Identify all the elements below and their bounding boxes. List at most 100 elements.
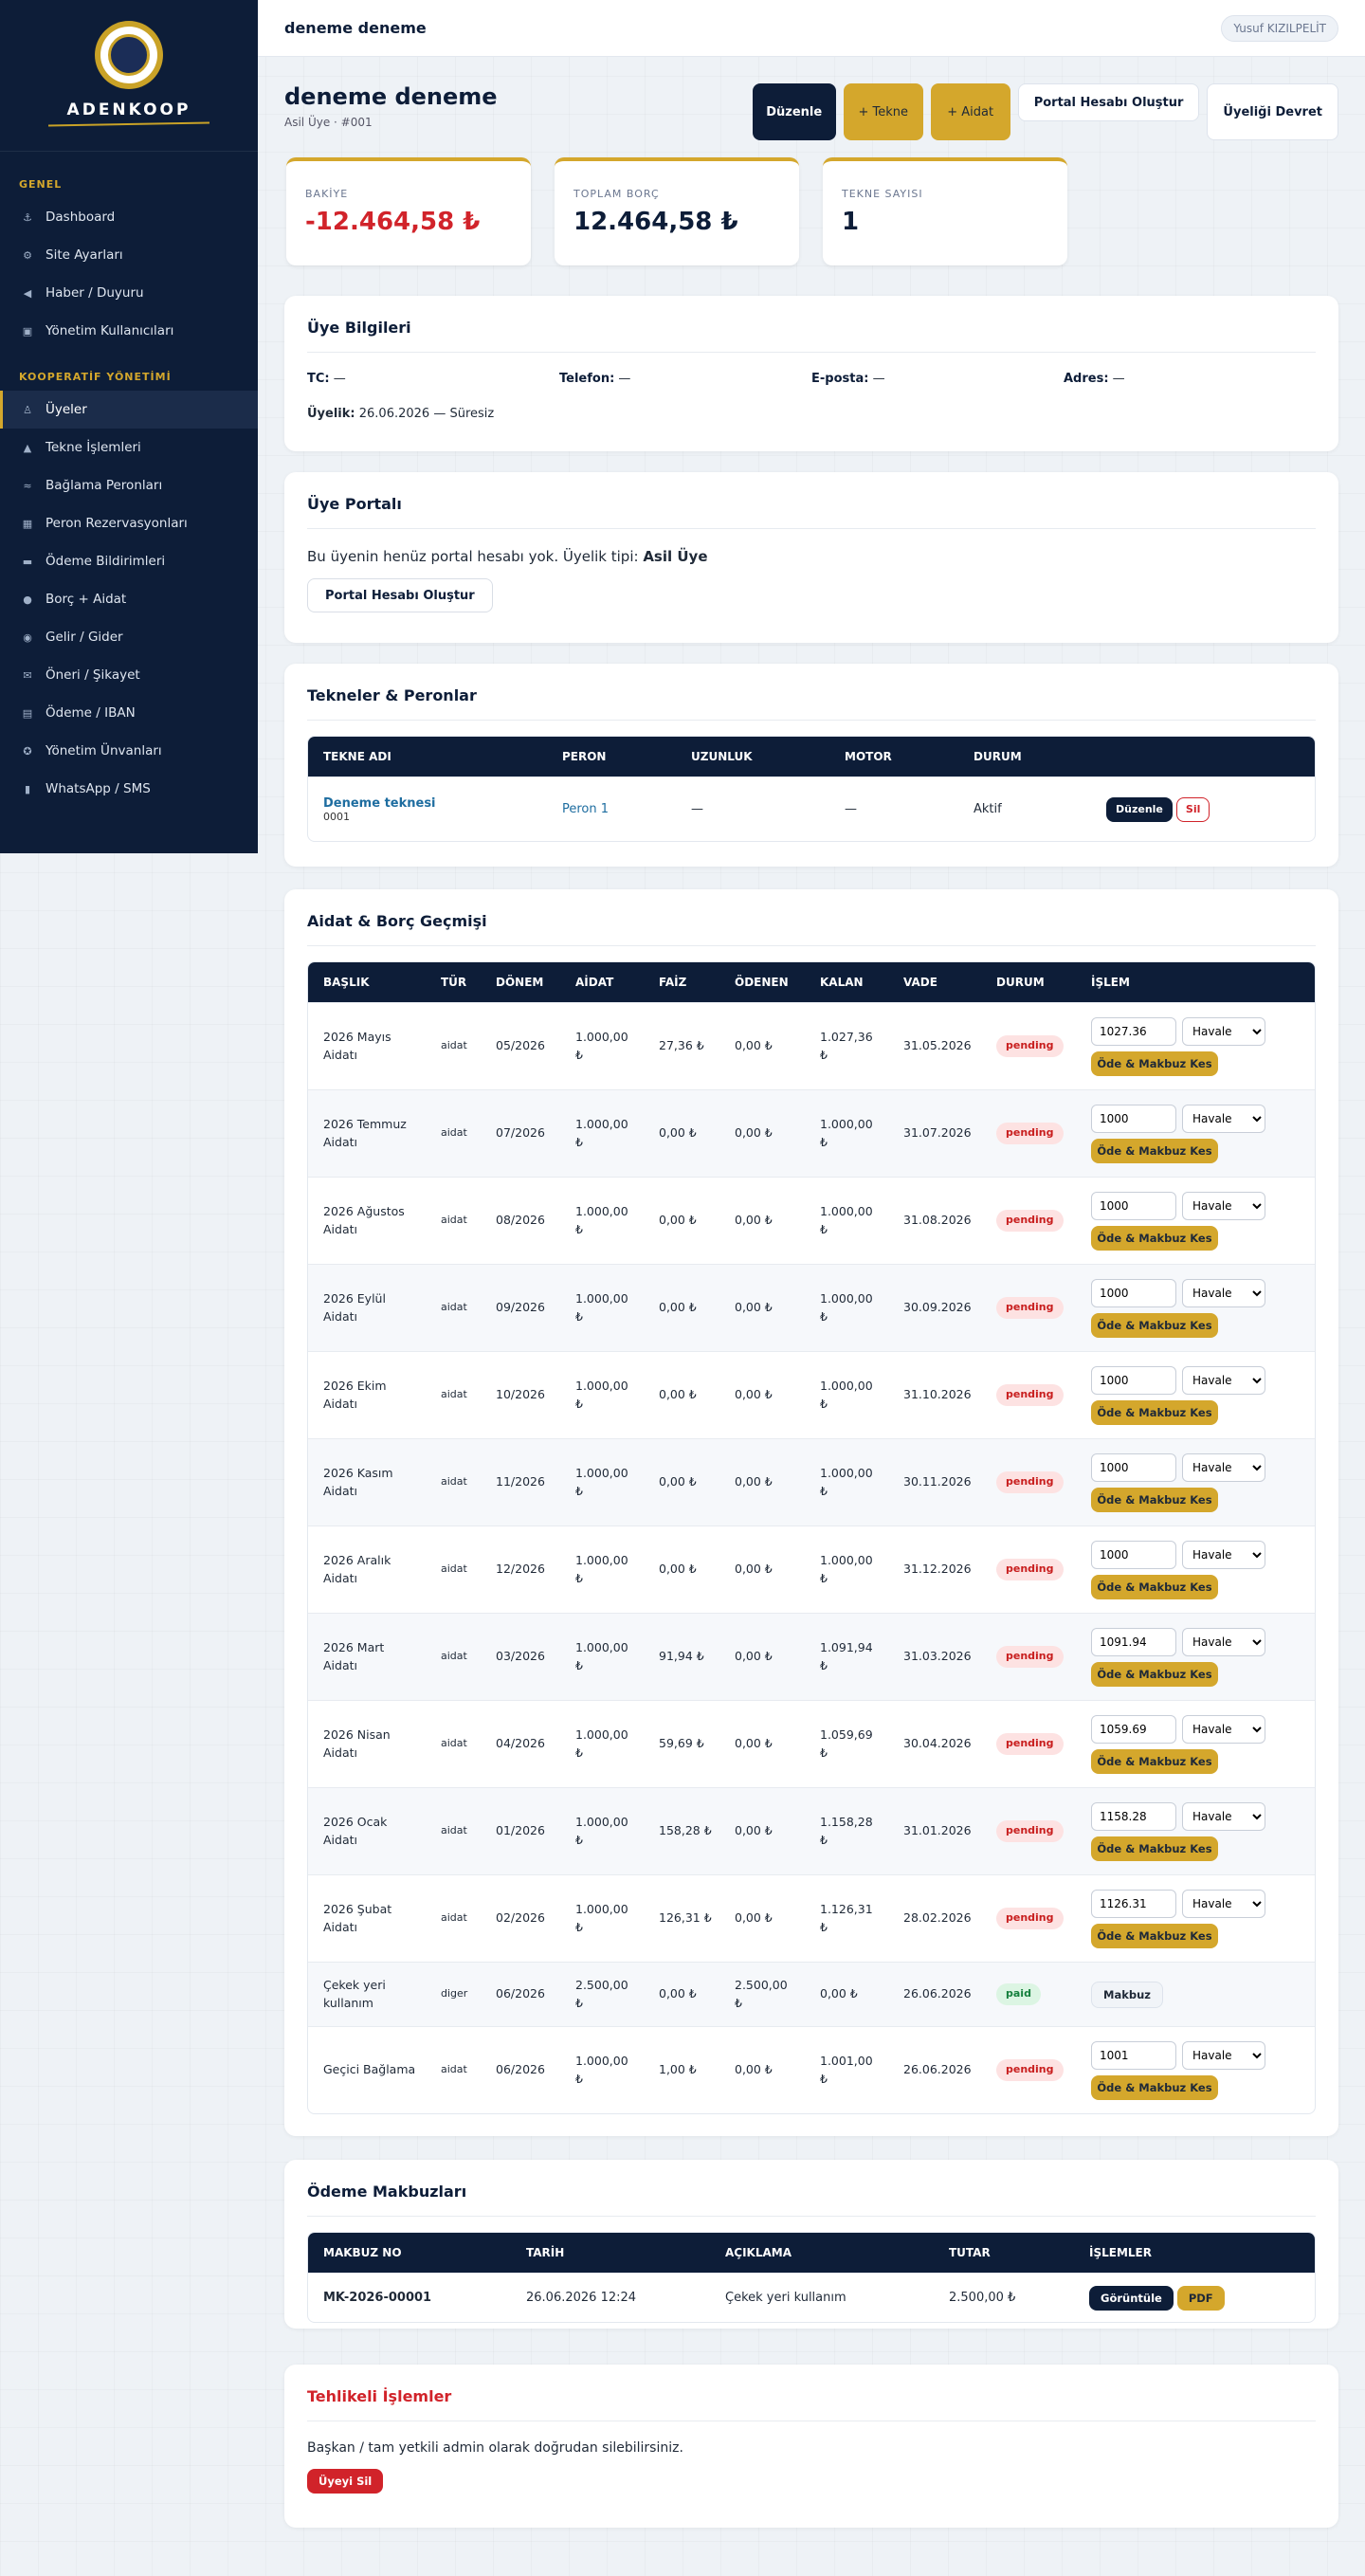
- debt-type: aidat: [426, 1526, 481, 1613]
- debt-paid: 0,00 ₺: [719, 1438, 805, 1526]
- sidebar-item[interactable]: ◀ Haber / Duyuru: [0, 274, 258, 312]
- debt-remaining: 1.000,00 ₺: [805, 1089, 888, 1177]
- transfer-membership-button[interactable]: Üyeliği Devret: [1207, 83, 1338, 140]
- create-portal-button[interactable]: Portal Hesabı Oluştur: [1017, 83, 1200, 121]
- status-cell: pending: [981, 1613, 1076, 1700]
- payment-amount-input[interactable]: [1091, 1889, 1176, 1918]
- receipt-no: MK-2026-00001: [308, 2273, 511, 2322]
- payment-amount-input[interactable]: [1091, 1191, 1176, 1220]
- payment-amount-input[interactable]: [1091, 1365, 1176, 1395]
- sidebar-item[interactable]: ⚙ Site Ayarları: [0, 236, 258, 274]
- sidebar-item[interactable]: ▬ Ödeme Bildirimleri: [0, 542, 258, 580]
- payment-method-select[interactable]: Havale: [1182, 1801, 1265, 1831]
- payment-method-select[interactable]: Havale: [1182, 1104, 1265, 1133]
- delete-member-button[interactable]: Üyeyi Sil: [307, 2469, 384, 2494]
- payment-method-select[interactable]: Havale: [1182, 2040, 1265, 2070]
- pay-and-receipt-button[interactable]: Öde & Makbuz Kes: [1091, 2074, 1218, 2100]
- stat-card-total-debt: TOPLAM BORÇ 12.464,58 ₺: [555, 157, 799, 265]
- sidebar-item[interactable]: ▲ Tekne İşlemleri: [0, 429, 258, 466]
- page-header: deneme deneme Asil Üye · #001 Düzenle + …: [284, 83, 1338, 140]
- add-boat-button[interactable]: + Tekne: [843, 83, 923, 140]
- debt-title: 2026 Şubat Aidatı: [308, 1874, 426, 1962]
- debt-paid: 0,00 ₺: [719, 1351, 805, 1438]
- payment-method-select[interactable]: Havale: [1182, 1191, 1265, 1220]
- payment-method-select[interactable]: Havale: [1182, 1016, 1265, 1046]
- receipts-table: MAKBUZ NO TARİH AÇIKLAMA TUTAR İŞLEMLER …: [307, 2232, 1316, 2323]
- payment-amount-input[interactable]: [1091, 1801, 1176, 1831]
- sidebar-item[interactable]: ◉ Gelir / Gider: [0, 618, 258, 656]
- pay-and-receipt-button[interactable]: Öde & Makbuz Kes: [1091, 1050, 1218, 1076]
- payment-amount-input[interactable]: [1091, 2040, 1176, 2070]
- user-menu[interactable]: Yusuf KIZILPELİT: [1221, 14, 1338, 42]
- payment-method-select[interactable]: Havale: [1182, 1365, 1265, 1395]
- pay-and-receipt-button[interactable]: Öde & Makbuz Kes: [1091, 1923, 1218, 1948]
- edit-member-button[interactable]: Düzenle: [752, 83, 836, 140]
- pay-and-receipt-button[interactable]: Öde & Makbuz Kes: [1091, 1487, 1218, 1512]
- edit-boat-button[interactable]: Düzenle: [1106, 796, 1173, 822]
- payment-amount-input[interactable]: [1091, 1627, 1176, 1656]
- col-header: MAKBUZ NO: [308, 2233, 511, 2273]
- receipt-actions: Görüntüle PDF: [1074, 2273, 1315, 2322]
- status-badge: pending: [996, 1035, 1064, 1057]
- actions-cell: Havale Öde & Makbuz Kes: [1076, 1351, 1315, 1438]
- payment-method-select[interactable]: Havale: [1182, 1889, 1265, 1918]
- sidebar-item[interactable]: ≈ Bağlama Peronları: [0, 466, 258, 504]
- payment-amount-input[interactable]: [1091, 1016, 1176, 1046]
- actions-cell: Havale Öde & Makbuz Kes: [1076, 1787, 1315, 1874]
- megaphone-icon: ◀: [23, 286, 32, 300]
- sidebar-item[interactable]: ✪ Yönetim Ünvanları: [0, 732, 258, 770]
- sidebar-item[interactable]: ▤ Ödeme / IBAN: [0, 694, 258, 732]
- payment-method-select[interactable]: Havale: [1182, 1714, 1265, 1744]
- debt-interest: 27,36 ₺: [644, 1002, 719, 1089]
- status-cell: pending: [981, 1438, 1076, 1526]
- add-fee-button[interactable]: + Aidat: [930, 83, 1010, 140]
- pay-and-receipt-button[interactable]: Öde & Makbuz Kes: [1091, 1399, 1218, 1425]
- debt-period: 04/2026: [481, 1700, 560, 1787]
- payment-method-select[interactable]: Havale: [1182, 1540, 1265, 1569]
- view-receipt-button[interactable]: Görüntüle: [1089, 2285, 1174, 2311]
- peron-link[interactable]: Peron 1: [562, 802, 609, 816]
- table-row: Çekek yeri kullanım diger 06/2026 2.500,00 …: [308, 1962, 1315, 2026]
- payment-method-select[interactable]: Havale: [1182, 1278, 1265, 1307]
- payment-method-select[interactable]: Havale: [1182, 1627, 1265, 1656]
- payment-amount-input[interactable]: [1091, 1452, 1176, 1482]
- sidebar-item[interactable]: ♙ Üyeler: [0, 391, 258, 429]
- boat-name-link[interactable]: Deneme teknesi: [323, 796, 532, 811]
- payment-amount-input[interactable]: [1091, 1540, 1176, 1569]
- portal-create-button[interactable]: Portal Hesabı Oluştur: [307, 578, 493, 612]
- sidebar-item[interactable]: ▦ Peron Rezervasyonları: [0, 504, 258, 542]
- debt-fee: 1.000,00 ₺: [560, 1002, 644, 1089]
- sidebar-item[interactable]: ⚓ Dashboard: [0, 198, 258, 236]
- sidebar-item[interactable]: ✉ Öneri / Şikayet: [0, 656, 258, 694]
- col-header: AÇIKLAMA: [710, 2233, 934, 2273]
- debt-type: aidat: [426, 1438, 481, 1526]
- status-badge: pending: [996, 1471, 1064, 1493]
- debt-period: 01/2026: [481, 1787, 560, 1874]
- brand-name: ADENKOOP: [66, 100, 191, 119]
- debt-interest: 1,00 ₺: [644, 2026, 719, 2113]
- payment-amount-input[interactable]: [1091, 1104, 1176, 1133]
- payment-amount-input[interactable]: [1091, 1278, 1176, 1307]
- payment-method-select[interactable]: Havale: [1182, 1452, 1265, 1482]
- brand[interactable]: ADENKOOP: [0, 0, 258, 152]
- pay-and-receipt-button[interactable]: Öde & Makbuz Kes: [1091, 1836, 1218, 1861]
- debt-interest: 0,00 ₺: [644, 1177, 719, 1264]
- pay-and-receipt-button[interactable]: Öde & Makbuz Kes: [1091, 1748, 1218, 1774]
- payment-amount-input[interactable]: [1091, 1714, 1176, 1744]
- pay-and-receipt-button[interactable]: Öde & Makbuz Kes: [1091, 1574, 1218, 1599]
- pay-and-receipt-button[interactable]: Öde & Makbuz Kes: [1091, 1312, 1218, 1338]
- pay-and-receipt-button[interactable]: Öde & Makbuz Kes: [1091, 1138, 1218, 1163]
- sidebar-item[interactable]: ● Borç + Aidat: [0, 580, 258, 618]
- portal-card: Üye Portalı Bu üyenin henüz portal hesab…: [284, 472, 1338, 643]
- debt-fee: 1.000,00 ₺: [560, 1351, 644, 1438]
- delete-boat-button[interactable]: Sil: [1175, 796, 1210, 822]
- sidebar-item[interactable]: ▮ WhatsApp / SMS: [0, 770, 258, 808]
- debt-type: aidat: [426, 1177, 481, 1264]
- pay-and-receipt-button[interactable]: Öde & Makbuz Kes: [1091, 1225, 1218, 1251]
- receipt-button[interactable]: Makbuz: [1091, 1981, 1163, 2008]
- sidebar-item[interactable]: ▣ Yönetim Kullanıcıları: [0, 312, 258, 350]
- pdf-receipt-button[interactable]: PDF: [1176, 2285, 1225, 2311]
- pay-and-receipt-button[interactable]: Öde & Makbuz Kes: [1091, 1661, 1218, 1687]
- sidebar-item-label: Bağlama Peronları: [46, 478, 163, 493]
- debt-fee: 1.000,00 ₺: [560, 1613, 644, 1700]
